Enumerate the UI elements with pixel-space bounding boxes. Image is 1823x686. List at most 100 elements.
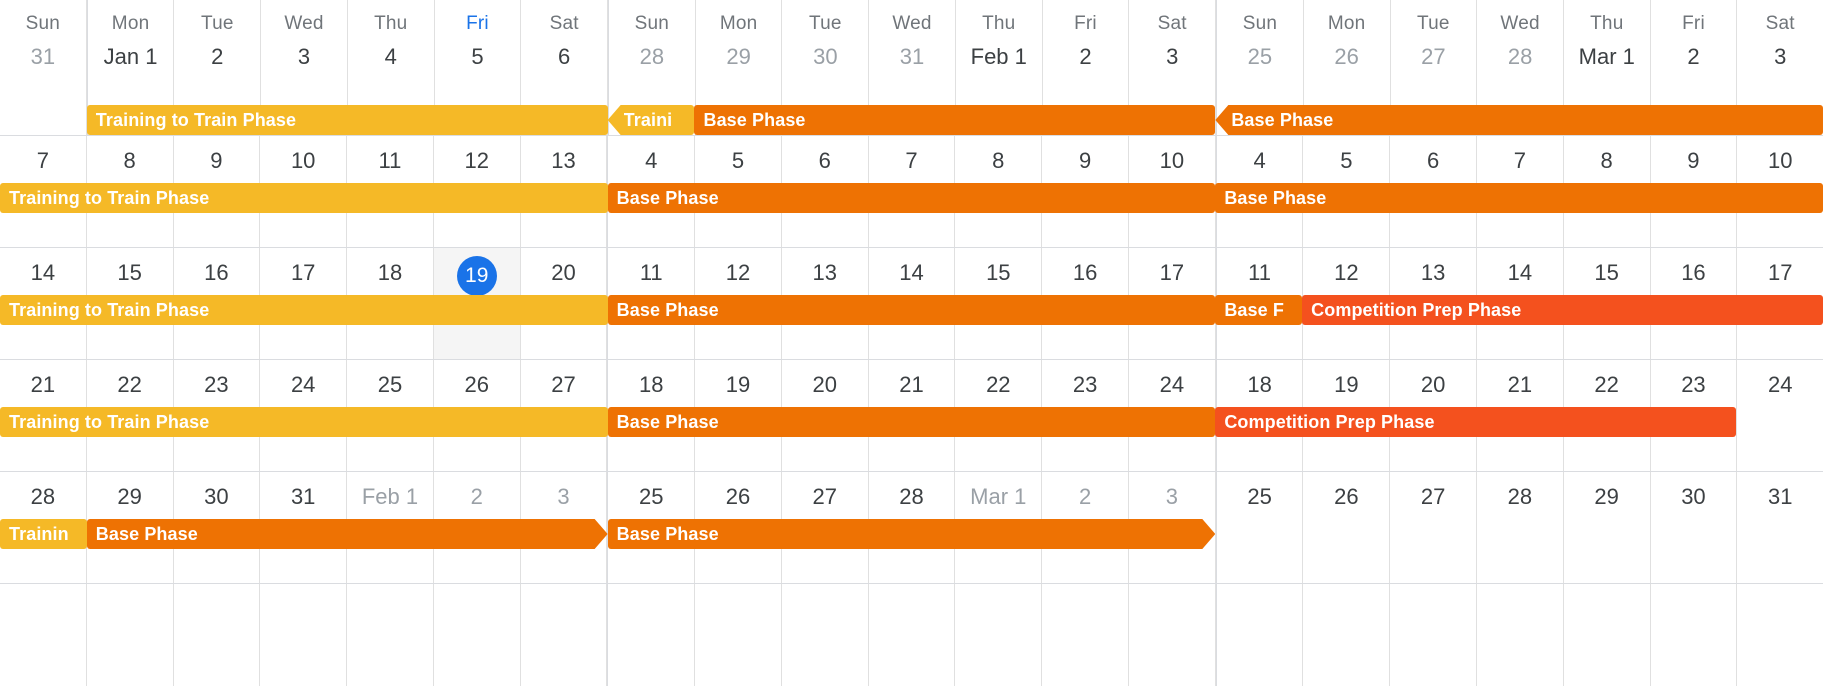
calendar-day-cell[interactable] <box>869 584 956 686</box>
phase-bar[interactable]: Base Phase <box>694 105 1216 135</box>
date-number[interactable]: 30 <box>782 40 868 74</box>
date-number[interactable]: 17 <box>291 256 315 290</box>
date-number[interactable]: 19 <box>1334 368 1358 402</box>
date-number[interactable]: 27 <box>551 368 575 402</box>
date-number[interactable]: 17 <box>1160 256 1184 290</box>
calendar-day-cell[interactable] <box>1477 584 1564 686</box>
date-number[interactable]: 22 <box>986 368 1010 402</box>
date-number[interactable]: Feb 1 <box>956 40 1042 74</box>
calendar-day-cell[interactable] <box>695 584 782 686</box>
date-number[interactable]: 6 <box>819 144 831 178</box>
date-number[interactable]: 30 <box>1681 480 1705 514</box>
date-number[interactable]: 26 <box>464 368 488 402</box>
date-number[interactable]: 26 <box>1334 480 1358 514</box>
date-number[interactable]: 21 <box>1508 368 1532 402</box>
date-number[interactable]: 26 <box>726 480 750 514</box>
calendar-header-cell[interactable]: Sun 31 <box>0 0 87 135</box>
date-number[interactable]: 11 <box>379 144 402 178</box>
calendar-day-cell[interactable]: 28 <box>1477 472 1564 583</box>
phase-bar[interactable]: Training to Train Phase <box>0 295 608 325</box>
date-number[interactable]: 31 <box>291 480 315 514</box>
calendar-day-cell[interactable]: 25 <box>1215 472 1304 583</box>
date-number[interactable]: 12 <box>726 256 750 290</box>
date-number[interactable]: 5 <box>1340 144 1352 178</box>
calendar-day-cell[interactable] <box>1303 584 1391 686</box>
date-number[interactable]: 5 <box>435 40 521 74</box>
calendar-day-cell[interactable] <box>1042 584 1129 686</box>
date-number[interactable]: 4 <box>645 144 657 178</box>
date-number[interactable]: 2 <box>471 480 483 514</box>
date-number[interactable]: 12 <box>464 144 488 178</box>
date-number[interactable]: 2 <box>1651 40 1737 74</box>
phase-bar[interactable]: Base Phase <box>1215 105 1823 135</box>
date-number[interactable]: 15 <box>117 256 141 290</box>
calendar-day-cell[interactable] <box>782 584 869 686</box>
phase-bar[interactable]: Base Phase <box>607 183 1216 213</box>
date-number[interactable]: 14 <box>31 256 55 290</box>
date-number[interactable]: 18 <box>639 368 663 402</box>
calendar-day-cell[interactable] <box>174 584 261 686</box>
date-number[interactable]: 25 <box>378 368 402 402</box>
date-number[interactable]: 28 <box>899 480 923 514</box>
date-number[interactable]: 2 <box>1079 480 1091 514</box>
date-number[interactable]: 9 <box>1687 144 1699 178</box>
date-number[interactable]: 8 <box>992 144 1004 178</box>
date-number[interactable]: 28 <box>1508 480 1532 514</box>
calendar-day-cell[interactable] <box>1651 584 1738 686</box>
date-number[interactable]: 14 <box>1508 256 1532 290</box>
phase-bar[interactable]: Base Phase <box>608 519 1216 549</box>
phase-bar[interactable]: Base Phase <box>87 519 608 549</box>
phase-bar[interactable]: Training to Train Phase <box>86 105 608 135</box>
date-number[interactable]: 3 <box>1737 40 1823 74</box>
date-number[interactable]: 16 <box>1681 256 1705 290</box>
date-number[interactable]: 2 <box>1043 40 1129 74</box>
date-number[interactable]: 8 <box>1601 144 1613 178</box>
today-date-number[interactable]: 19 <box>456 256 497 296</box>
date-number[interactable]: 18 <box>378 256 402 290</box>
date-number[interactable]: 28 <box>1477 40 1563 74</box>
date-number[interactable]: 23 <box>1681 368 1705 402</box>
date-number[interactable]: 6 <box>521 40 607 74</box>
date-number[interactable]: 2 <box>174 40 260 74</box>
calendar-day-cell[interactable]: 30 <box>1651 472 1738 583</box>
date-number[interactable]: 16 <box>1073 256 1097 290</box>
phase-bar[interactable]: Base Phase <box>607 295 1216 325</box>
calendar-day-cell[interactable] <box>87 584 174 686</box>
date-number[interactable]: 4 <box>348 40 434 74</box>
date-number[interactable]: 10 <box>1768 144 1792 178</box>
calendar-day-cell[interactable] <box>347 584 434 686</box>
calendar-day-cell[interactable]: 31 <box>1737 472 1823 583</box>
date-number[interactable]: 31 <box>1768 480 1792 514</box>
date-number[interactable]: Feb 1 <box>362 480 418 514</box>
date-number[interactable]: 27 <box>813 480 837 514</box>
date-number[interactable]: 25 <box>639 480 663 514</box>
date-number[interactable]: 31 <box>869 40 955 74</box>
phase-bar[interactable]: Base Phase <box>607 407 1216 437</box>
date-number[interactable]: 15 <box>1594 256 1618 290</box>
date-number[interactable]: 13 <box>813 256 837 290</box>
calendar-day-cell[interactable] <box>0 584 87 686</box>
date-number[interactable]: 16 <box>204 256 228 290</box>
phase-bar[interactable]: Training to Train Phase <box>0 407 608 437</box>
date-number[interactable]: 29 <box>696 40 782 74</box>
date-number[interactable]: 10 <box>1160 144 1184 178</box>
date-number[interactable]: 20 <box>551 256 575 290</box>
date-number[interactable]: 21 <box>31 368 55 402</box>
phase-bar[interactable]: Competition Prep Phase <box>1215 407 1737 437</box>
phase-bar[interactable]: Training to Train Phase <box>0 183 608 213</box>
date-number[interactable]: 3 <box>557 480 569 514</box>
calendar-day-cell[interactable] <box>955 584 1043 686</box>
calendar-day-cell[interactable] <box>521 584 608 686</box>
date-number[interactable]: 20 <box>1421 368 1445 402</box>
calendar-day-cell[interactable] <box>1390 584 1478 686</box>
calendar-day-cell[interactable]: 24 <box>1737 360 1823 471</box>
date-number[interactable]: 3 <box>1166 480 1178 514</box>
phase-bar[interactable]: Competition Prep Phase <box>1302 295 1823 325</box>
date-number[interactable]: 7 <box>37 144 49 178</box>
date-number[interactable]: 31 <box>0 40 86 74</box>
date-number[interactable]: 23 <box>204 368 228 402</box>
phase-bar[interactable]: Traini <box>607 105 695 135</box>
date-number[interactable]: 27 <box>1421 480 1445 514</box>
calendar-day-cell[interactable] <box>607 584 696 686</box>
date-number[interactable]: 10 <box>291 144 315 178</box>
